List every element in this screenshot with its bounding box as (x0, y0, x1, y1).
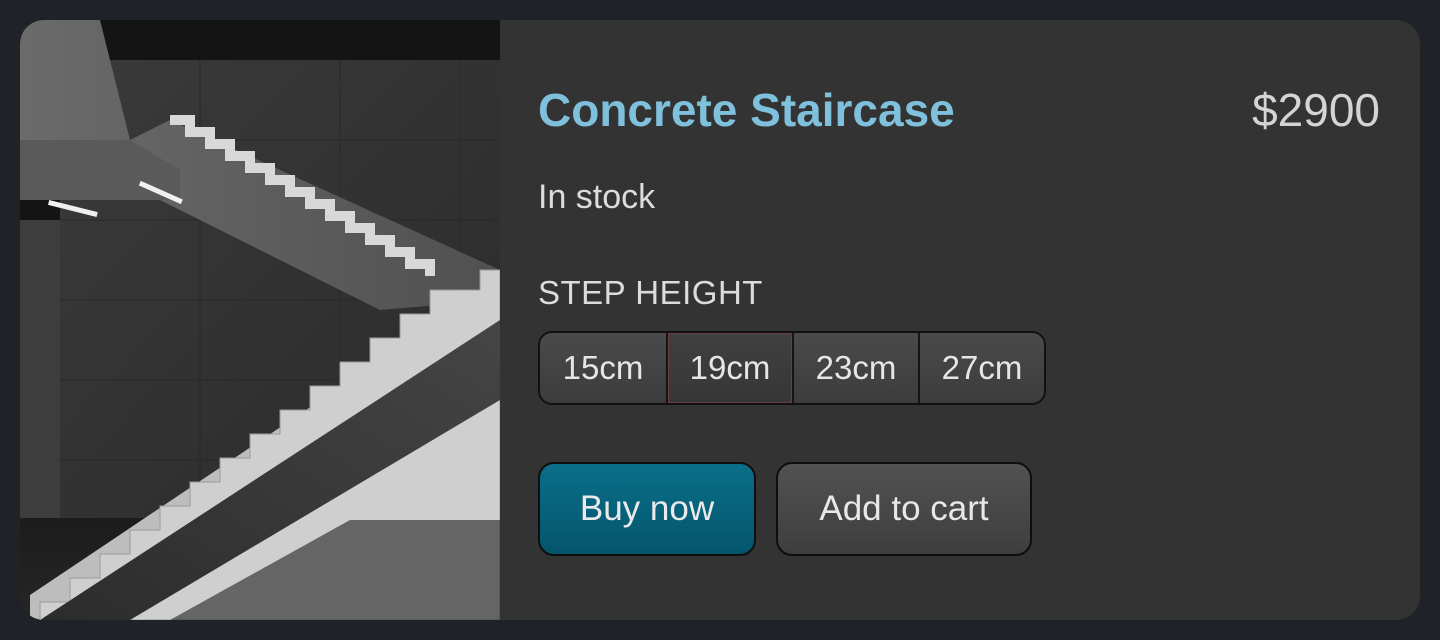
staircase-photo (20, 20, 500, 620)
stock-status: In stock (538, 178, 656, 216)
step-height-selector: 15cm 19cm 23cm 27cm (538, 331, 1046, 405)
step-height-option-27cm[interactable]: 27cm (918, 333, 1044, 403)
product-title: Concrete Staircase (538, 84, 955, 136)
step-height-option-15cm[interactable]: 15cm (540, 333, 666, 403)
product-price: $2900 (1252, 84, 1380, 136)
add-to-cart-button[interactable]: Add to cart (776, 462, 1032, 556)
step-height-option-19cm[interactable]: 19cm (666, 333, 792, 403)
step-height-label: STEP HEIGHT (538, 274, 763, 311)
product-card: Concrete Staircase $2900 In stock STEP H… (20, 20, 1420, 620)
step-height-option-23cm[interactable]: 23cm (792, 333, 918, 403)
product-details: Concrete Staircase $2900 In stock STEP H… (500, 20, 1420, 620)
buy-now-button[interactable]: Buy now (538, 462, 756, 556)
product-image (20, 20, 500, 620)
